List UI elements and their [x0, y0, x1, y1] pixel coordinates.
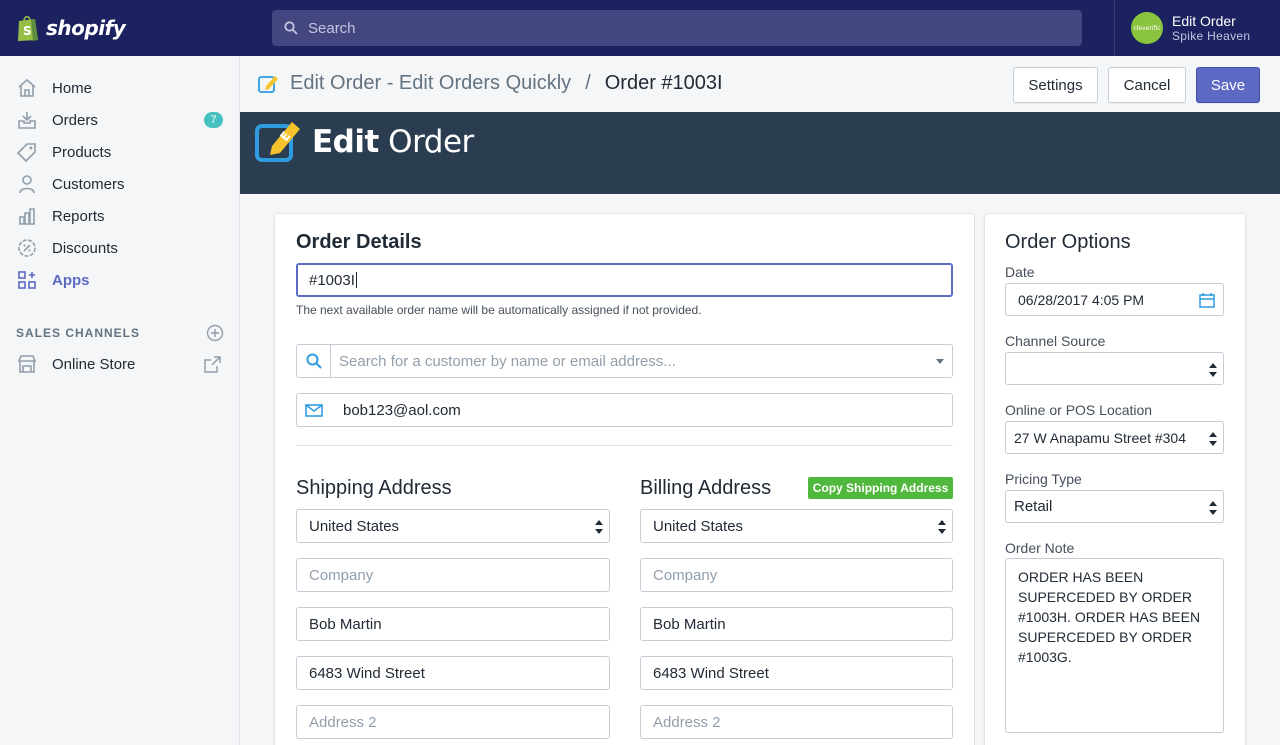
account-store: Spike Heaven: [1172, 29, 1251, 43]
email-field[interactable]: bob123@aol.com: [296, 393, 953, 427]
app-banner-title: Edit Order: [312, 124, 474, 160]
settings-button[interactable]: Settings: [1013, 67, 1098, 103]
customer-search-field[interactable]: Search for a customer by name or email a…: [296, 344, 953, 378]
breadcrumb-app-link[interactable]: Edit Order - Edit Orders Quickly: [290, 72, 571, 95]
shipping-name-input[interactable]: Bob Martin: [296, 607, 610, 641]
sidebar-item-products[interactable]: Products: [0, 136, 239, 168]
email-value: bob123@aol.com: [343, 401, 461, 419]
sidebar-item-label: Online Store: [52, 355, 136, 373]
sidebar-item-label: Discounts: [52, 239, 118, 257]
order-options-card: Order Options Date 06/28/2017 4:05 PM Ch…: [985, 214, 1245, 745]
sidebar-item-label: Products: [52, 143, 112, 161]
discount-icon: [16, 237, 38, 259]
shipping-address1-input[interactable]: 6483 Wind Street: [296, 656, 610, 690]
global-search[interactable]: [272, 10, 1082, 46]
breadcrumb: Edit Order - Edit Orders Quickly / Order…: [258, 72, 723, 95]
sales-channels-header: SALES CHANNELS: [16, 324, 224, 342]
select-arrows-icon: [1209, 363, 1217, 377]
select-arrows-icon: [1209, 501, 1217, 515]
global-search-input[interactable]: [308, 19, 1008, 37]
sales-channels-title: SALES CHANNELS: [16, 326, 141, 340]
sidebar-item-home[interactable]: Home: [0, 72, 239, 104]
app-banner: E Edit Order: [240, 112, 1280, 194]
add-channel-icon[interactable]: [206, 324, 224, 342]
page-title: Order #1003I: [604, 72, 723, 94]
main-content: Edit Order - Edit Orders Quickly / Order…: [240, 56, 1280, 745]
shipping-company-input[interactable]: Company: [296, 558, 610, 592]
location-select[interactable]: 27 W Anapamu Street #304: [1005, 421, 1224, 454]
edit-order-app-icon: [258, 75, 278, 93]
billing-address-title: Billing Address: [640, 477, 772, 499]
cancel-button[interactable]: Cancel: [1108, 67, 1186, 103]
order-details-card: Order Details #1003I The next available …: [275, 214, 974, 745]
person-icon: [16, 173, 38, 195]
divider: [296, 445, 953, 446]
breadcrumb-separator: /: [585, 72, 591, 94]
shipping-address-title: Shipping Address: [296, 477, 452, 499]
sidebar-item-orders[interactable]: Orders 7: [0, 104, 239, 136]
pricing-type-select[interactable]: Retail: [1005, 490, 1224, 523]
order-details-title: Order Details: [296, 231, 422, 253]
shopify-logo[interactable]: S shopify: [0, 0, 240, 56]
order-note-textarea[interactable]: ORDER HAS BEEN SUPERCEDED BY ORDER #1003…: [1005, 558, 1224, 733]
caret-down-icon: [936, 359, 944, 364]
date-input[interactable]: 06/28/2017 4:05 PM: [1005, 283, 1224, 316]
sidebar-item-label: Reports: [52, 207, 105, 225]
billing-address2-input[interactable]: Address 2: [640, 705, 953, 739]
shipping-address2-input[interactable]: Address 2: [296, 705, 610, 739]
location-label: Online or POS Location: [1005, 402, 1153, 418]
select-arrows-icon: [938, 520, 946, 534]
sidebar-item-label: Customers: [52, 175, 125, 193]
sidebar-item-reports[interactable]: Reports: [0, 200, 239, 232]
account-menu[interactable]: cleverific Edit Order Spike Heaven: [1114, 0, 1280, 56]
edit-order-logo-icon: E: [255, 122, 300, 162]
avatar: cleverific: [1131, 12, 1163, 44]
billing-name-input[interactable]: Bob Martin: [640, 607, 953, 641]
channel-source-label: Channel Source: [1005, 333, 1106, 349]
brand-name: shopify: [46, 16, 126, 40]
mail-icon: [297, 394, 331, 426]
billing-company-input[interactable]: Company: [640, 558, 953, 592]
account-name: Edit Order: [1172, 13, 1236, 29]
sidebar-item-customers[interactable]: Customers: [0, 168, 239, 200]
channel-source-select[interactable]: [1005, 352, 1224, 385]
order-note-label: Order Note: [1005, 540, 1075, 556]
apps-icon: [16, 269, 38, 291]
home-icon: [16, 77, 38, 99]
calendar-icon[interactable]: [1199, 292, 1215, 308]
pricing-type-label: Pricing Type: [1005, 471, 1082, 487]
shopify-bag-icon: S: [18, 15, 38, 41]
orders-icon: [16, 109, 38, 131]
store-icon: [16, 353, 38, 375]
top-bar: S shopify cleverific Edit Order Spike He…: [0, 0, 1280, 56]
order-name-input[interactable]: #1003I: [296, 263, 953, 297]
tag-icon: [16, 141, 38, 163]
order-options-title: Order Options: [1005, 231, 1131, 253]
billing-country-select[interactable]: United States: [640, 509, 953, 543]
page-header: Edit Order - Edit Orders Quickly / Order…: [240, 56, 1280, 112]
svg-text:S: S: [23, 24, 32, 38]
chart-icon: [16, 205, 38, 227]
orders-count-badge: 7: [204, 112, 223, 128]
search-icon: [284, 21, 298, 35]
select-arrows-icon: [595, 520, 603, 534]
sidebar-item-online-store[interactable]: Online Store: [0, 348, 239, 380]
customer-search-placeholder: Search for a customer by name or email a…: [339, 352, 676, 370]
select-arrows-icon: [1209, 432, 1217, 446]
sidebar-item-label: Home: [52, 79, 93, 97]
shipping-country-select[interactable]: United States: [296, 509, 610, 543]
save-button[interactable]: Save: [1196, 67, 1260, 103]
sidebar-item-label: Apps: [52, 271, 90, 289]
sidebar-item-apps[interactable]: Apps: [0, 264, 239, 296]
search-icon: [297, 345, 331, 377]
billing-address1-input[interactable]: 6483 Wind Street: [640, 656, 953, 690]
sidebar: Home Orders 7 Products Customers Reports…: [0, 56, 240, 745]
sidebar-item-discounts[interactable]: Discounts: [0, 232, 239, 264]
external-link-icon[interactable]: [204, 356, 221, 373]
date-label: Date: [1005, 264, 1035, 280]
order-name-hint: The next available order name will be au…: [296, 303, 702, 317]
sidebar-item-label: Orders: [52, 111, 98, 129]
copy-shipping-address-button[interactable]: Copy Shipping Address: [808, 477, 953, 499]
